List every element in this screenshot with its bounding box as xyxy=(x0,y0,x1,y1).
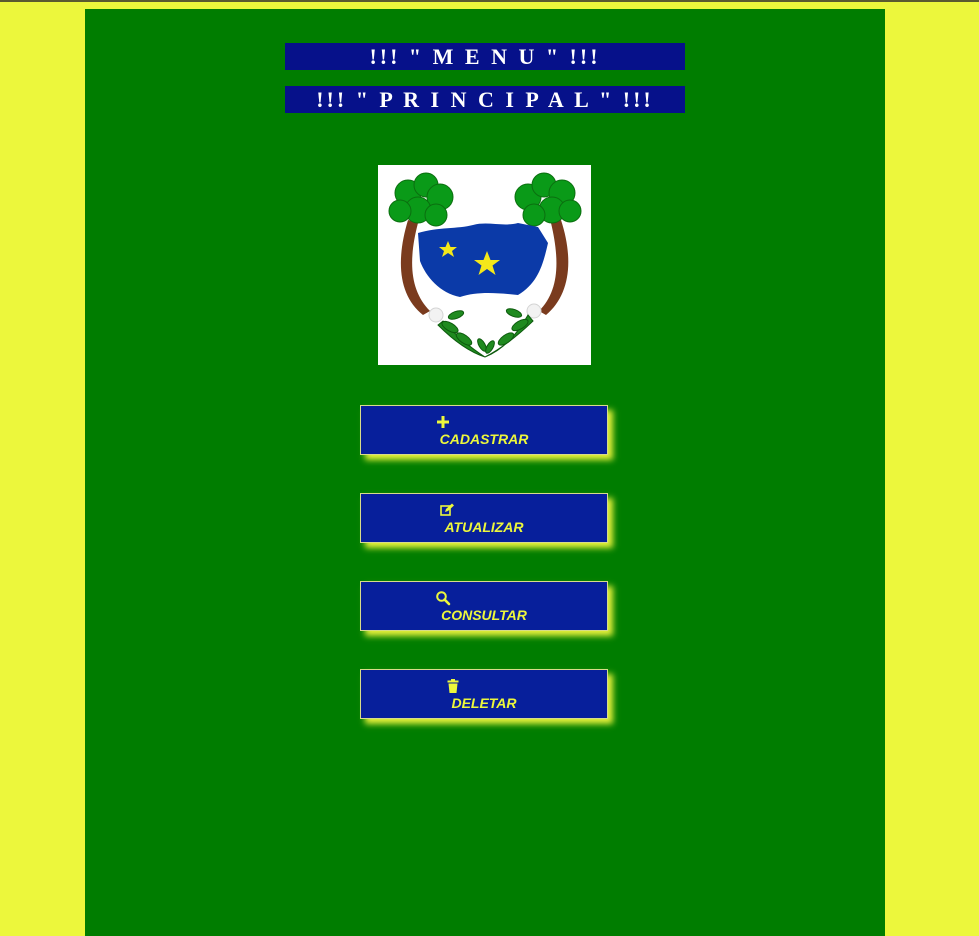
top-border xyxy=(0,0,979,2)
cadastrar-button[interactable]: CADASTRAR xyxy=(360,405,608,455)
main-panel: !!! " M E N U " !!! !!! " P R I N C I P … xyxy=(85,9,885,936)
search-icon xyxy=(435,590,451,606)
consultar-label: CONSULTAR xyxy=(441,607,527,623)
plus-icon xyxy=(435,414,451,430)
atualizar-label: ATUALIZAR xyxy=(444,519,524,535)
cadastrar-label: CADASTRAR xyxy=(439,431,529,447)
edit-icon xyxy=(439,502,455,518)
menu-title: !!! " M E N U " !!! xyxy=(285,43,685,70)
atualizar-button[interactable]: ATUALIZAR xyxy=(360,493,608,543)
deletar-button[interactable]: DELETAR xyxy=(360,669,608,719)
trash-icon xyxy=(445,678,461,694)
deletar-label: DELETAR xyxy=(451,695,517,711)
coat-of-arms-logo xyxy=(378,165,591,365)
consultar-button[interactable]: CONSULTAR xyxy=(360,581,608,631)
principal-title: !!! " P R I N C I P A L " !!! xyxy=(285,86,685,113)
